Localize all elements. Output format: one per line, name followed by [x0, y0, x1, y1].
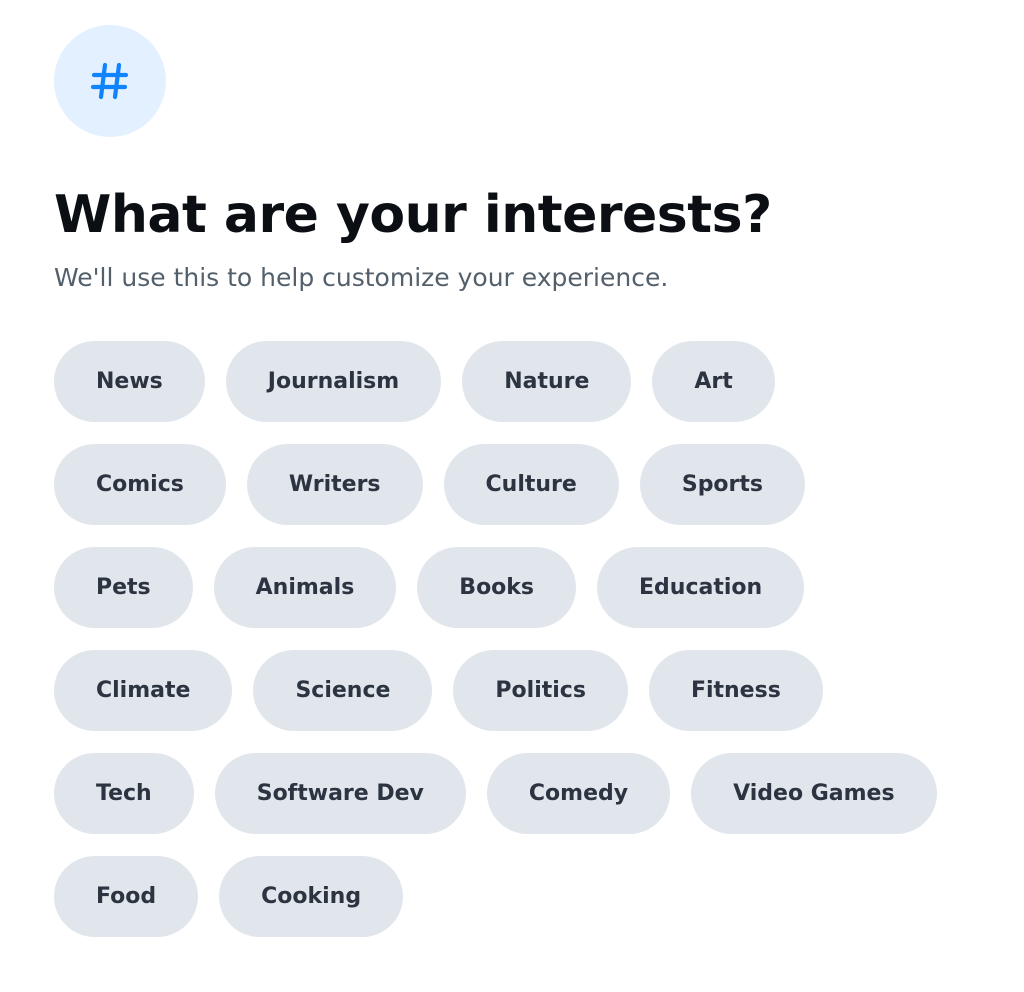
interest-chip-animals[interactable]: Animals	[213, 547, 397, 628]
interest-chip-politics[interactable]: Politics	[453, 650, 628, 731]
interest-chip-journalism[interactable]: Journalism	[225, 341, 442, 422]
hashtag-icon	[90, 62, 129, 100]
page-title: What are your interests?	[54, 185, 772, 245]
interest-chip-sports[interactable]: Sports	[639, 444, 806, 525]
interest-chip-software-dev[interactable]: Software Dev	[214, 753, 466, 834]
page-subtitle: We'll use this to help customize your ex…	[54, 263, 669, 292]
interest-chip-education[interactable]: Education	[597, 547, 805, 628]
interest-chip-culture[interactable]: Culture	[443, 444, 619, 525]
interest-chip-climate[interactable]: Climate	[54, 650, 233, 731]
interest-chip-comedy[interactable]: Comedy	[486, 753, 671, 834]
interest-chip-nature[interactable]: Nature	[462, 341, 632, 422]
interest-chip-news[interactable]: News	[54, 341, 205, 422]
interest-chip-list: News Journalism Nature Art Comics Writers Cult…	[54, 341, 954, 937]
interest-chip-tech[interactable]: Tech	[54, 753, 194, 834]
interest-chip-cooking[interactable]: Cooking	[219, 856, 404, 937]
interest-chip-art[interactable]: Art	[652, 341, 775, 422]
interest-chip-fitness[interactable]: Fitness	[648, 650, 823, 731]
interest-chip-video-games[interactable]: Video Games	[691, 753, 937, 834]
interest-chip-pets[interactable]: Pets	[54, 547, 193, 628]
interest-chip-food[interactable]: Food	[54, 856, 199, 937]
interest-chip-comics[interactable]: Comics	[54, 444, 226, 525]
interest-chip-books[interactable]: Books	[417, 547, 577, 628]
interest-chip-writers[interactable]: Writers	[246, 444, 423, 525]
interests-page: What are your interests? We'll use this …	[0, 0, 1024, 992]
interest-chip-science[interactable]: Science	[253, 650, 433, 731]
hashtag-badge	[54, 25, 166, 137]
